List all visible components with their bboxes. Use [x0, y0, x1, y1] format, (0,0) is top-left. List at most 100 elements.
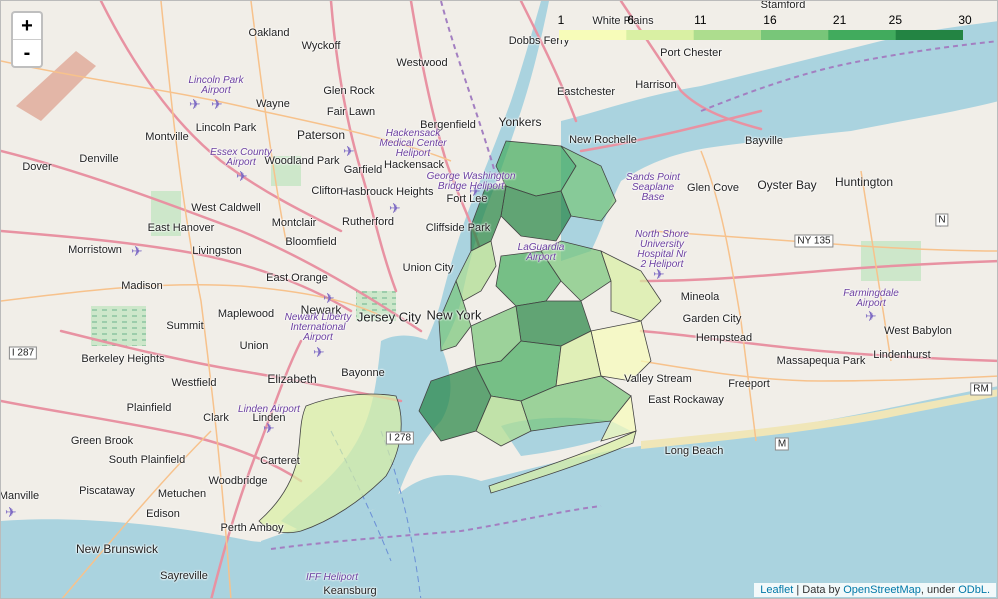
place-new-brunswick: New Brunswick [75, 542, 159, 556]
svg-text:✈: ✈ [236, 168, 248, 184]
poi-hackensack-medical: Hackensack Medical Center Heliport [379, 128, 447, 159]
legend-swatch [895, 30, 963, 40]
shield-ny135: NY 135 [794, 234, 834, 248]
poi-sands-point: Sands Point Seaplane Base [626, 172, 680, 203]
place-south-plainfield: South Plainfield [108, 454, 186, 466]
place-east-orange: East Orange [266, 272, 328, 284]
shield-n: N [935, 213, 949, 227]
legend-tick-label: 11 [694, 13, 707, 27]
poi-north-shore-heliport: North Shore University Hospital Nr 2 Helipo… [635, 229, 689, 270]
place-berkeley-heights: Berkeley Heights [81, 353, 165, 365]
place-fort-lee: Fort Lee [446, 193, 488, 205]
place-west-caldwell: West Caldwell [191, 202, 261, 214]
shield-i278: I 278 [385, 431, 415, 445]
place-westfield: Westfield [171, 377, 217, 389]
svg-text:✈: ✈ [131, 243, 143, 259]
odbl-link[interactable]: ODbL. [958, 584, 990, 596]
place-bloomfield: Bloomfield [285, 236, 337, 248]
poi-iff-heliport: IFF Heliport [305, 572, 359, 583]
place-union: Union [239, 340, 269, 352]
legend-tick-label: 16 [763, 13, 777, 27]
place-cliffside-park: Cliffside Park [425, 222, 491, 234]
place-west-babylon: West Babylon [884, 325, 952, 337]
place-dover: Dover [22, 161, 52, 173]
legend-color-bar [559, 30, 963, 40]
place-paterson: Paterson [296, 128, 346, 142]
poi-laguardia: LaGuardia Airport [517, 242, 565, 263]
poi-essex-county-airport: Essex County Airport [210, 147, 272, 168]
place-piscataway: Piscataway [79, 485, 135, 497]
place-port-chester: Port Chester [660, 47, 722, 59]
place-sayreville: Sayreville [160, 570, 208, 582]
place-plainfield: Plainfield [126, 402, 172, 414]
place-mineola: Mineola [680, 291, 720, 303]
poi-lincoln-park-airport: Lincoln Park Airport [188, 75, 244, 96]
shield-rm: RM [970, 382, 992, 396]
place-keansburg: Keansburg [323, 585, 377, 597]
place-green-brook: Green Brook [70, 435, 134, 447]
legend-swatch [693, 30, 762, 40]
zoom-in-button[interactable]: + [13, 13, 41, 39]
poi-gw-bridge-heliport: George Washington Bridge Heliport [426, 171, 516, 192]
place-garden-city: Garden City [682, 313, 742, 325]
place-denville: Denville [79, 153, 119, 165]
place-livingston: Livingston [192, 245, 242, 257]
place-manville: Manville [0, 490, 40, 502]
place-madison: Madison [121, 280, 163, 292]
svg-text:✈: ✈ [211, 96, 223, 112]
legend-swatch [828, 30, 897, 40]
svg-text:✈: ✈ [189, 96, 201, 112]
place-garfield: Garfield [343, 164, 383, 176]
legend-tick-label: 25 [888, 13, 903, 27]
place-new-rochelle: New Rochelle [569, 134, 637, 146]
place-eastchester: Eastchester [556, 86, 616, 98]
place-bayonne: Bayonne [341, 367, 385, 379]
legend-swatch [761, 30, 829, 40]
poi-newark-airport: Newark Liberty International Airport [284, 312, 352, 343]
legend-tick-label: 6 [627, 13, 634, 27]
place-morristown: Morristown [68, 244, 122, 256]
osm-link[interactable]: OpenStreetMap [843, 584, 921, 596]
attribution-sep2: , under [920, 584, 959, 596]
place-wayne: Wayne [256, 98, 290, 110]
place-carteret: Carteret [260, 455, 300, 467]
place-metuchen: Metuchen [157, 488, 207, 500]
zoom-out-button[interactable]: - [13, 39, 41, 66]
place-huntington: Huntington [834, 175, 894, 189]
svg-text:✈: ✈ [343, 143, 355, 159]
leaflet-link[interactable]: Leaflet [760, 584, 793, 596]
place-east-rockaway: East Rockaway [648, 394, 724, 406]
place-rutherford: Rutherford [342, 216, 394, 228]
place-montclair: Montclair [271, 217, 317, 229]
place-massapequa-park: Massapequa Park [776, 355, 866, 367]
poi-linden-airport: Linden Airport [238, 404, 300, 415]
legend-swatch [559, 30, 627, 40]
place-bayville: Bayville [745, 135, 783, 147]
map-viewport[interactable]: ✈ ✈ ✈ ✈ ✈ ✈ ✈ ✈ ✈ ✈ ✈ ✈ ✈ ✈ Oakland Wyck… [0, 0, 998, 599]
place-lindenhurst: Lindenhurst [873, 349, 931, 361]
legend-tick-label: 30 [958, 13, 972, 27]
zoom-control: + - [11, 11, 43, 68]
place-oyster-bay: Oyster Bay [757, 178, 817, 192]
poi-farmingdale-airport: Farmingdale Airport [843, 288, 899, 309]
place-maplewood: Maplewood [217, 308, 275, 320]
svg-text:✈: ✈ [5, 504, 17, 520]
place-oakland: Oakland [248, 27, 290, 39]
place-edison: Edison [146, 508, 180, 520]
legend-swatch [626, 30, 695, 40]
place-elizabeth: Elizabeth [267, 372, 317, 386]
place-hackensack: Hackensack [384, 159, 444, 171]
shield-m: M [774, 437, 790, 451]
svg-text:✈: ✈ [313, 344, 325, 360]
place-east-hanover: East Hanover [147, 222, 215, 234]
svg-text:✈: ✈ [865, 308, 877, 324]
place-woodbridge: Woodbridge [208, 475, 268, 487]
place-clifton: Clifton [311, 185, 343, 197]
place-fair-lawn: Fair Lawn [326, 106, 376, 118]
attribution: Leaflet | Data by OpenStreetMap, under O… [754, 583, 996, 597]
place-union-city: Union City [402, 262, 454, 274]
svg-text:✈: ✈ [389, 200, 401, 216]
place-yonkers: Yonkers [498, 115, 542, 129]
shield-i287: I 287 [8, 346, 38, 360]
place-montville: Montville [145, 131, 189, 143]
